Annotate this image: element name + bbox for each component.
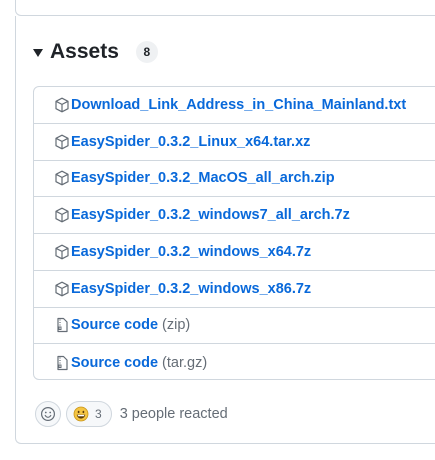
asset-list: Download_Link_Address_in_China_Mainland.… bbox=[33, 86, 435, 380]
assets-count-badge: 8 bbox=[135, 41, 158, 63]
source-row[interactable]: Source code (zip) bbox=[34, 308, 435, 345]
package-icon bbox=[54, 97, 70, 113]
grinning-face-icon bbox=[73, 406, 89, 422]
previous-card-bottom bbox=[15, 0, 435, 16]
package-icon bbox=[54, 207, 70, 223]
package-icon bbox=[54, 244, 70, 260]
reactions-bar: 3 3 people reacted bbox=[35, 400, 228, 428]
asset-link[interactable]: EasySpider_0.3.2_windows_x64.7z bbox=[71, 244, 311, 260]
asset-row[interactable]: Download_Link_Address_in_China_Mainland.… bbox=[34, 87, 435, 124]
source-format: (zip) bbox=[162, 317, 191, 334]
package-icon bbox=[54, 170, 70, 186]
file-zip-icon bbox=[54, 355, 70, 371]
asset-row[interactable]: EasySpider_0.3.2_windows7_all_arch.7z bbox=[34, 197, 435, 234]
source-row[interactable]: Source code (tar.gz) bbox=[34, 344, 435, 379]
asset-row[interactable]: EasySpider_0.3.2_MacOS_all_arch.zip bbox=[34, 161, 435, 198]
reaction-count: 3 bbox=[95, 407, 102, 421]
assets-toggle[interactable]: Assets 8 bbox=[33, 38, 158, 66]
source-link[interactable]: Source code bbox=[71, 317, 158, 333]
asset-row[interactable]: EasySpider_0.3.2_Linux_x64.tar.xz bbox=[34, 124, 435, 161]
reactions-summary: 3 people reacted bbox=[119, 406, 228, 422]
asset-row[interactable]: EasySpider_0.3.2_windows_x86.7z bbox=[34, 271, 435, 308]
smiley-icon bbox=[40, 406, 56, 422]
asset-link[interactable]: EasySpider_0.3.2_windows7_all_arch.7z bbox=[71, 207, 350, 223]
reaction-grinning-button[interactable]: 3 bbox=[66, 401, 112, 427]
asset-link[interactable]: EasySpider_0.3.2_MacOS_all_arch.zip bbox=[71, 170, 335, 186]
asset-link[interactable]: EasySpider_0.3.2_windows_x86.7z bbox=[71, 281, 311, 297]
caret-down-icon bbox=[33, 49, 43, 57]
source-format: (tar.gz) bbox=[162, 354, 208, 371]
assets-title: Assets bbox=[50, 40, 119, 63]
asset-link[interactable]: EasySpider_0.3.2_Linux_x64.tar.xz bbox=[71, 134, 310, 150]
asset-link[interactable]: Download_Link_Address_in_China_Mainland.… bbox=[71, 97, 406, 113]
package-icon bbox=[54, 281, 70, 297]
source-link[interactable]: Source code bbox=[71, 355, 158, 371]
package-icon bbox=[54, 134, 70, 150]
add-reaction-button[interactable] bbox=[35, 401, 61, 427]
file-zip-icon bbox=[54, 317, 70, 333]
asset-row[interactable]: EasySpider_0.3.2_windows_x64.7z bbox=[34, 234, 435, 271]
